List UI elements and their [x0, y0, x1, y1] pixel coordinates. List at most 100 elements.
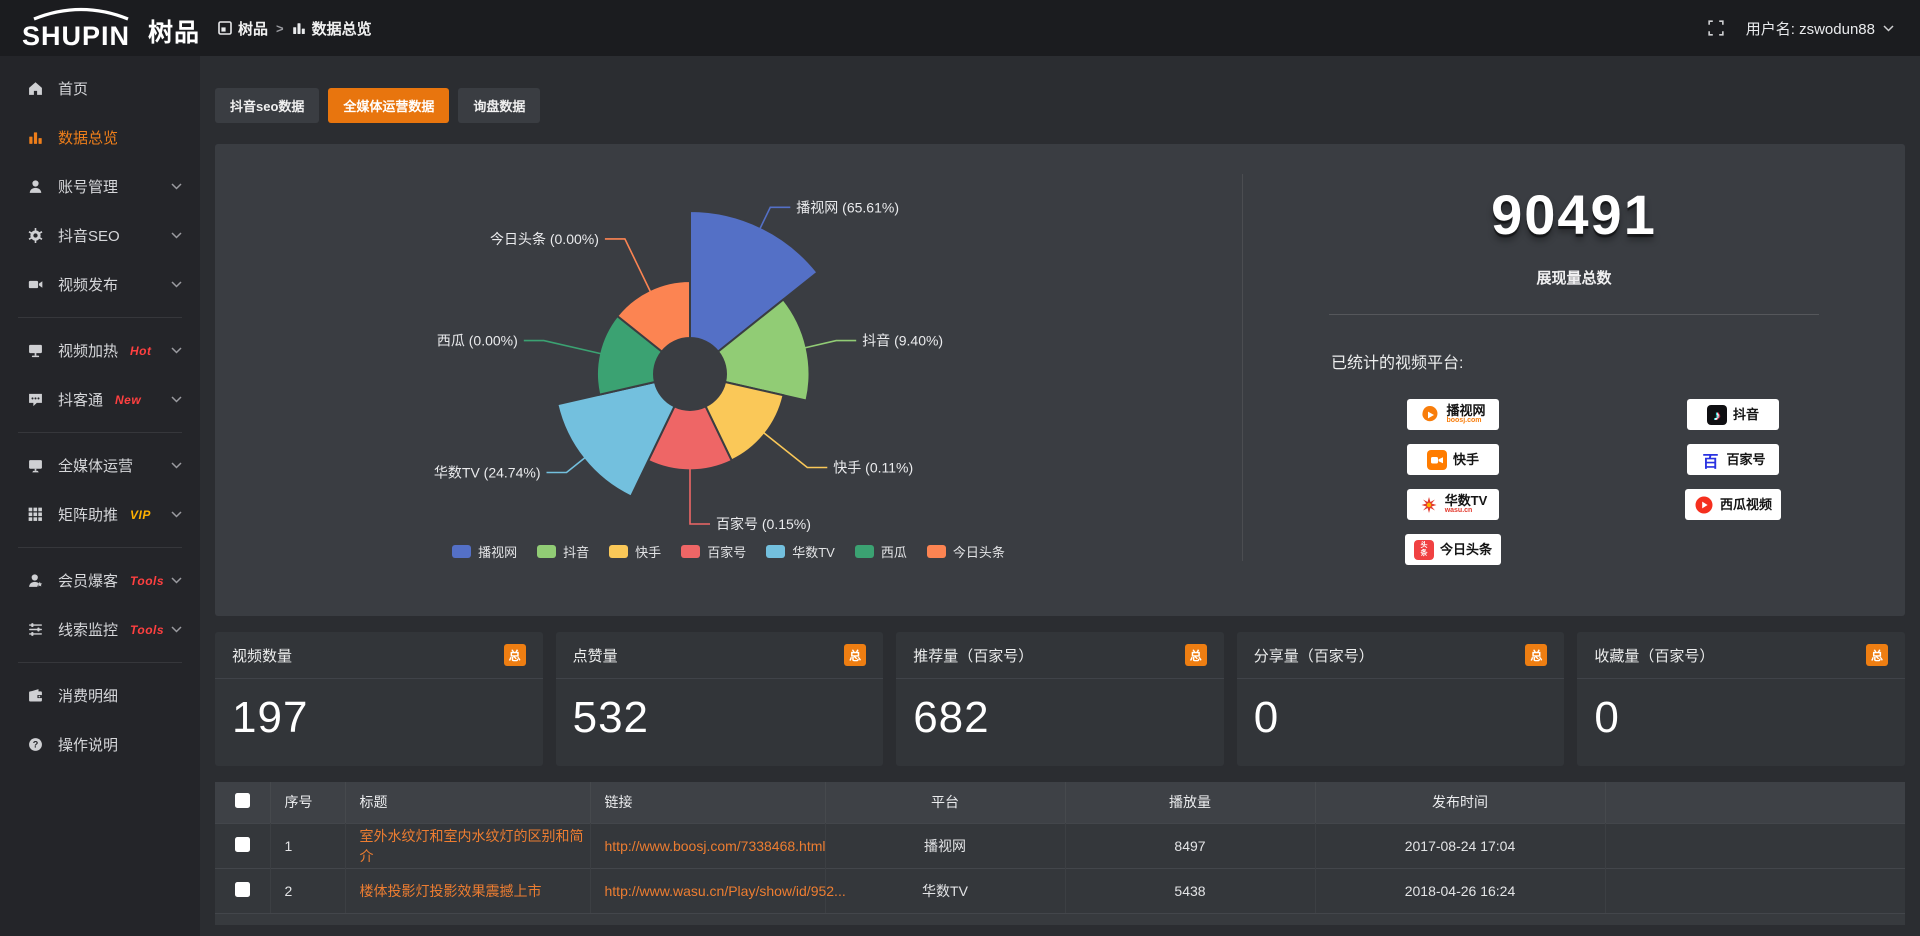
- sidebar-divider: [18, 547, 182, 548]
- fullscreen-button[interactable]: [1708, 20, 1724, 36]
- app-logo: SHUPIN 树品: [0, 7, 200, 49]
- sidebar-item-matrix-boost[interactable]: 矩阵助推VIP: [0, 490, 200, 539]
- sidebar-item-member-booster[interactable]: 会员爆客Tools: [0, 556, 200, 605]
- tab-inquiry-data[interactable]: 询盘数据: [458, 88, 540, 123]
- total-badge[interactable]: 总: [1866, 644, 1888, 666]
- row-checkbox[interactable]: [235, 882, 250, 897]
- total-badge[interactable]: 总: [1185, 644, 1207, 666]
- stat-card-3: 分享量（百家号） 总 0: [1237, 632, 1565, 766]
- total-badge[interactable]: 总: [1525, 644, 1547, 666]
- sidebar-item-label: 视频发布: [58, 274, 118, 295]
- row-title-link[interactable]: 楼体投影灯投影效果震撼上市: [345, 868, 590, 913]
- sidebar-item-label: 矩阵助推: [58, 504, 118, 525]
- row-title-link[interactable]: 室外水纹灯和室内水纹灯的区别和简介: [345, 823, 590, 868]
- main-content: 抖音seo数据全媒体运营数据询盘数据 播视网 (65.61%)抖音 (9.40%…: [200, 88, 1920, 925]
- platform-chip-kuaishou: 快手: [1407, 444, 1499, 475]
- sidebar-item-account-management[interactable]: 账号管理: [0, 162, 200, 211]
- stat-cards-row: 视频数量总197点赞量总532推荐量（百家号）总682分享量（百家号）总0收藏量…: [215, 632, 1905, 766]
- data-tabs: 抖音seo数据全媒体运营数据询盘数据: [215, 88, 1905, 123]
- sidebar-item-consumption-detail[interactable]: 消费明细: [0, 671, 200, 720]
- chart-legend: 播视网 抖音 快手 百家号 华数TV 西瓜 今日头条: [215, 542, 1242, 561]
- row-no: 2: [270, 868, 345, 913]
- kuaishou-logo-icon: [1427, 450, 1447, 470]
- legend-item-6[interactable]: 今日头条: [927, 542, 1005, 561]
- sidebar-item-douyin-seo[interactable]: 抖音SEO: [0, 211, 200, 260]
- slice-label-1: 抖音 (9.40%): [862, 333, 943, 349]
- impressions-total-label: 展现量总数: [1273, 267, 1875, 288]
- chevron-down-icon: [1883, 25, 1894, 32]
- sidebar-item-home[interactable]: 首页: [0, 64, 200, 113]
- col-time: 发布时间: [1315, 782, 1605, 823]
- summary-divider: [1329, 314, 1819, 315]
- select-all-checkbox[interactable]: [235, 793, 250, 808]
- platform-name: 今日头条: [1440, 543, 1492, 556]
- svg-text:SHUPIN: SHUPIN: [22, 21, 130, 49]
- sidebar-item-label: 账号管理: [58, 176, 118, 197]
- row-empty-cell: [1605, 823, 1905, 868]
- table-partial-row: [215, 913, 1905, 925]
- row-select-cell: [215, 868, 270, 913]
- fullscreen-icon: [1708, 20, 1724, 36]
- platform-chip-boosj: 播视网boosj.com: [1407, 399, 1499, 430]
- sidebar-item-label: 线索监控: [58, 619, 118, 640]
- sidebar: 首页数据总览账号管理抖音SEO视频发布视频加热Hot抖客通New全媒体运营矩阵助…: [0, 56, 200, 936]
- user-menu[interactable]: 用户名: zswodun88: [1746, 18, 1894, 39]
- video-icon: [28, 277, 45, 292]
- platform-chip-xigua: 西瓜视频: [1685, 489, 1781, 520]
- total-badge[interactable]: 总: [504, 644, 526, 666]
- stat-card-0: 视频数量总197: [215, 632, 543, 766]
- label-line-4: [547, 457, 587, 473]
- platforms-title: 已统计的视频平台:: [1331, 349, 1875, 373]
- platforms-column-right: ♪抖音百百家号西瓜视频: [1593, 399, 1873, 565]
- stat-card-title: 分享量（百家号）: [1254, 645, 1374, 666]
- col-plays: 播放量: [1065, 782, 1315, 823]
- slice-label-5: 西瓜 (0.00%): [437, 333, 518, 349]
- desktop-icon: [28, 458, 45, 473]
- boosj-logo-icon: [1420, 405, 1440, 425]
- legend-item-0[interactable]: 播视网: [452, 542, 517, 561]
- label-line-5: [524, 341, 603, 354]
- sidebar-item-video-publish[interactable]: 视频发布: [0, 260, 200, 309]
- stat-card-value: 0: [1237, 679, 1565, 743]
- col-empty: [1605, 782, 1905, 823]
- sidebar-item-lead-monitor[interactable]: 线索监控Tools: [0, 605, 200, 654]
- legend-label: 西瓜: [881, 542, 907, 561]
- legend-item-1[interactable]: 抖音: [537, 542, 589, 561]
- legend-item-5[interactable]: 西瓜: [855, 542, 907, 561]
- legend-item-4[interactable]: 华数TV: [766, 542, 835, 561]
- tab-douyin-seo-data[interactable]: 抖音seo数据: [215, 88, 319, 123]
- platform-name: 百家号: [1726, 453, 1765, 466]
- slice-label-2: 快手 (0.11%): [833, 460, 913, 476]
- tab-media-operation-data[interactable]: 全媒体运营数据: [328, 88, 449, 123]
- row-url-link[interactable]: http://www.boosj.com/7338468.html: [590, 823, 825, 868]
- sidebar-item-video-heating[interactable]: 视频加热Hot: [0, 326, 200, 375]
- user-label: 用户名: zswodun88: [1746, 18, 1875, 39]
- sidebar-item-label: 首页: [58, 78, 88, 99]
- legend-swatch: [609, 545, 628, 558]
- slice-label-4: 华数TV (24.74%): [434, 465, 541, 481]
- sidebar-divider: [18, 432, 182, 433]
- legend-item-2[interactable]: 快手: [609, 542, 661, 561]
- chevron-down-icon: [171, 396, 182, 403]
- total-badge[interactable]: 总: [844, 644, 866, 666]
- sidebar-item-operation-guide[interactable]: ?操作说明: [0, 720, 200, 769]
- stat-card-title: 视频数量: [232, 645, 292, 666]
- rose-slice-4[interactable]: [557, 382, 674, 497]
- legend-item-3[interactable]: 百家号: [681, 542, 746, 561]
- sidebar-item-media-operation[interactable]: 全媒体运营: [0, 441, 200, 490]
- row-checkbox[interactable]: [235, 837, 250, 852]
- table-row: 2楼体投影灯投影效果震撼上市http://www.wasu.cn/Play/sh…: [215, 868, 1905, 913]
- breadcrumb-page[interactable]: 数据总览: [292, 18, 372, 39]
- chevron-down-icon: [171, 577, 182, 584]
- row-url-link[interactable]: http://www.wasu.cn/Play/show/id/952...: [590, 868, 825, 913]
- sidebar-item-douketong[interactable]: 抖客通New: [0, 375, 200, 424]
- app-window-icon: [218, 21, 232, 35]
- table-header-row: 序号 标题 链接 平台 播放量 发布时间: [215, 782, 1905, 823]
- row-plays: 8497: [1065, 823, 1315, 868]
- impressions-total-value: 90491: [1273, 182, 1875, 247]
- breadcrumb-app[interactable]: 树品: [218, 18, 268, 39]
- sidebar-item-data-overview[interactable]: 数据总览: [0, 113, 200, 162]
- platform-name: 西瓜视频: [1720, 498, 1772, 511]
- sliders-icon: [28, 622, 45, 637]
- platform-chip-wasu: 华数TVwasu.cn: [1407, 489, 1499, 520]
